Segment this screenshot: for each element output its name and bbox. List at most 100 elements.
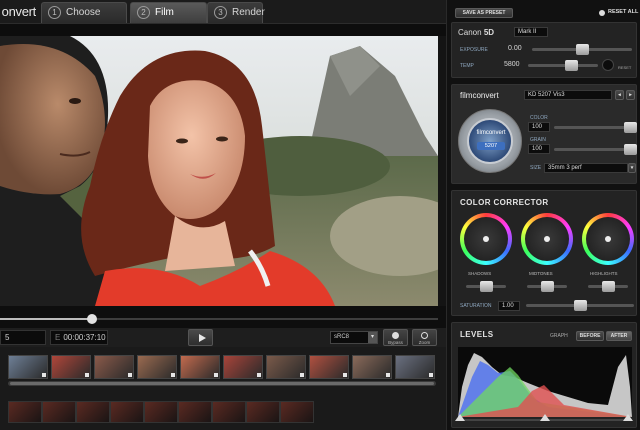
temp-reset-button[interactable] [602,59,614,71]
camera-profile-select[interactable]: Mark II [514,27,548,37]
exposure-value: 0.00 [508,45,522,52]
reset-all-icon[interactable] [599,10,605,16]
wheel-level-slider[interactable] [527,281,567,292]
wheel-label: HIGHLIGHTS [590,271,618,276]
reset-all-button[interactable]: RESET ALL [608,9,638,15]
levels-black-point-handle[interactable] [455,414,465,421]
clip-thumbnail[interactable] [42,401,76,423]
wheel-level-slider[interactable] [466,281,506,292]
transport-bar: 5 E 00:00:37:10 sRC8 ▾ Bypass Zoom [0,328,446,347]
after-button[interactable]: AFTER [606,331,632,341]
clip-thumbnail[interactable] [94,355,134,379]
temp-slider-handle[interactable] [565,60,579,71]
chevron-down-icon[interactable]: ▾ [628,163,636,173]
film-section: filmconvert KD 5207 Vis3 ◂ ▸ filmconvert… [451,84,637,184]
clip-thumbnail[interactable] [8,355,48,379]
saturation-slider-handle[interactable] [574,300,587,311]
clip-thumbnail[interactable] [266,355,306,379]
temp-value: 5800 [504,61,520,68]
levels-white-point-handle[interactable] [623,414,633,421]
clip-thumbnail[interactable] [246,401,280,423]
video-frame-image [0,36,438,306]
play-button[interactable] [188,329,213,346]
tab-render[interactable]: 3 Render [207,2,265,23]
exposure-slider-handle[interactable] [576,44,589,55]
color-value[interactable]: 100 [528,122,550,132]
color-wheel-highlights[interactable] [582,213,634,265]
clip-thumbnail[interactable] [280,401,314,423]
color-slider-handle[interactable] [624,122,637,133]
viewer-frame [0,24,446,36]
tab-number: 2 [137,6,150,19]
levels-midpoint-handle[interactable] [540,414,550,421]
clip-thumbnail[interactable] [110,401,144,423]
bypass-button[interactable]: Bypass [383,329,408,346]
clip-thumbnail[interactable] [8,401,42,423]
exposure-slider[interactable] [532,44,632,55]
wheel-level-slider-handle[interactable] [480,281,493,292]
saturation-label: SATURATION [460,303,492,309]
grain-slider[interactable] [554,144,637,155]
camera-make: Canon 5D [458,28,495,37]
clip-thumbnail[interactable] [395,355,435,379]
tab-film-settings[interactable]: 2 Film Settings [130,2,207,37]
color-wheel-shadows[interactable] [460,213,512,265]
filmstrip-scrollbar[interactable] [8,381,436,386]
clip-thumbnail[interactable] [144,401,178,423]
tab-number: 3 [214,6,227,19]
clip-thumbnail[interactable] [178,401,212,423]
zoom-button[interactable]: Zoom [412,329,437,346]
grain-value[interactable]: 100 [528,144,550,154]
tab-choose-footage[interactable]: 1 Choose Footage [41,2,127,37]
prev-stock-button[interactable]: ◂ [615,90,624,100]
settings-panel: SAVE AS PRESET RESET ALL Canon 5D Mark I… [446,0,640,430]
save-as-preset-button[interactable]: SAVE AS PRESET [455,8,513,18]
film-stock-select[interactable]: KD 5207 Vis3 [524,90,612,100]
clip-marker-icon [300,373,304,377]
clip-thumbnail[interactable] [223,355,263,379]
clip-thumbnail[interactable] [212,401,246,423]
zoom-icon [421,332,428,339]
app-logo: onvert [1,4,36,19]
camera-section: Canon 5D Mark II EXPOSURE 0.00 TEMP 5800… [451,22,637,78]
color-wheel-center-dot[interactable] [605,236,611,242]
temp-slider[interactable] [528,60,598,71]
film-reel-icon: filmconvert 5207 [458,109,522,173]
scrubber-handle[interactable] [86,314,97,324]
film-size-select[interactable]: 35mm 3 perf [544,163,628,173]
color-wheel-center-dot[interactable] [544,236,550,242]
lut-select[interactable]: sRC8 ▾ [330,331,378,344]
timecode-current[interactable]: E 00:00:37:10 [50,330,108,345]
clip-thumbnail[interactable] [137,355,177,379]
wheel-level-slider-handle[interactable] [602,281,615,292]
levels-histogram [458,347,632,417]
clip-marker-icon [42,373,46,377]
chevron-down-icon: ▾ [368,332,377,343]
grain-slider-handle[interactable] [624,144,637,155]
color-label: COLOR [530,115,548,121]
levels-title: LEVELS [460,330,494,339]
saturation-value[interactable]: 1.00 [498,301,520,311]
clip-thumbnail[interactable] [309,355,349,379]
graph-label: GRAPH [550,333,568,339]
clip-thumbnail[interactable] [51,355,91,379]
scrollbar-thumb[interactable] [10,382,434,385]
clip-thumbnail[interactable] [76,401,110,423]
color-corrector-title: COLOR CORRECTOR [460,198,549,207]
bypass-icon [392,332,399,339]
next-stock-button[interactable]: ▸ [626,90,635,100]
color-wheel-midtones[interactable] [521,213,573,265]
clip-marker-icon [128,373,132,377]
video-viewer[interactable] [0,36,438,306]
filmstrip [0,347,446,430]
color-wheel-center-dot[interactable] [483,236,489,242]
timeline-scrubber[interactable] [0,306,446,328]
wheel-level-slider-handle[interactable] [541,281,554,292]
clip-thumbnail[interactable] [180,355,220,379]
color-slider[interactable] [554,122,637,133]
before-button[interactable]: BEFORE [576,331,604,341]
saturation-slider[interactable] [526,300,634,311]
clip-thumbnail[interactable] [352,355,392,379]
clip-marker-icon [85,373,89,377]
wheel-level-slider[interactable] [588,281,628,292]
